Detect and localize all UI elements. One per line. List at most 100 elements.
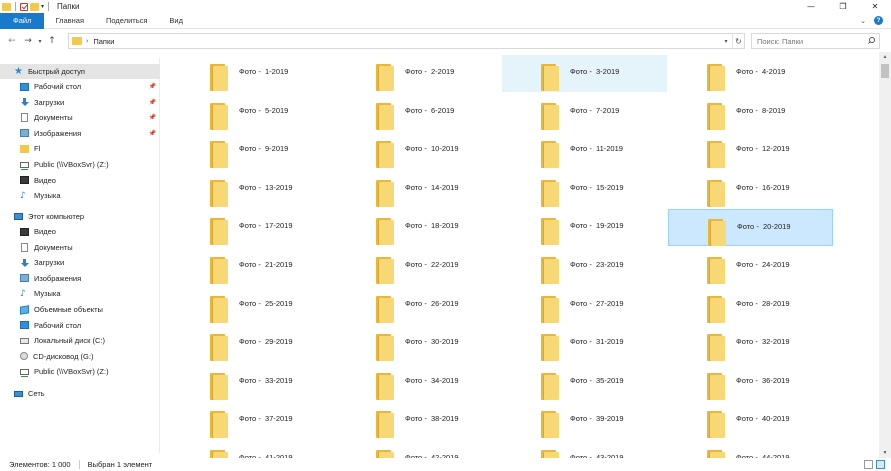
folder-item[interactable]: Фото - 20-2019 [668, 209, 833, 247]
pin-icon[interactable]: 📌 [149, 83, 156, 90]
close-button[interactable]: ✕ [859, 0, 891, 13]
nav-item[interactable]: Видео [0, 224, 160, 239]
folder-item[interactable]: Фото - 8-2019 [668, 94, 833, 131]
tab-home[interactable]: Главная [44, 13, 95, 29]
new-folder-icon[interactable] [30, 2, 39, 11]
folder-item[interactable]: Фото - 28-2019 [668, 287, 833, 324]
nav-item[interactable]: Загрузки [0, 255, 160, 270]
nav-item[interactable]: Public (\\VBoxSvr) (Z:) [0, 157, 160, 172]
nav-item[interactable]: ♪ Музыка [0, 188, 160, 203]
folder-grid[interactable]: Фото - 1-2019 Фото - 2-2019 Фото - 3-2019 Ф… [161, 52, 878, 458]
nav-item[interactable]: CD-дисковод (G:) [0, 349, 160, 364]
folder-item[interactable]: Фото - 18-2019 [337, 209, 502, 246]
search-box[interactable] [751, 33, 880, 49]
nav-quick-access[interactable]: ★ Быстрый доступ [0, 64, 160, 79]
folder-item[interactable]: Фото - 25-2019 [171, 287, 336, 324]
nav-network[interactable]: Сеть [0, 386, 160, 401]
folder-item[interactable]: Фото - 11-2019 [502, 132, 667, 169]
folder-item[interactable]: Фото - 34-2019 [337, 364, 502, 401]
folder-item[interactable]: Фото - 41-2019 [171, 441, 336, 458]
pin-icon[interactable]: 📌 [149, 114, 156, 121]
scroll-thumb[interactable] [881, 64, 889, 78]
folder-item[interactable]: Фото - 21-2019 [171, 248, 336, 285]
address-history-chevron-icon[interactable]: ▾ [720, 38, 732, 45]
scroll-up-arrow-icon[interactable]: ▲ [879, 52, 891, 62]
folder-item[interactable]: Фото - 4-2019 [668, 55, 833, 92]
folder-item[interactable]: Фото - 23-2019 [502, 248, 667, 285]
folder-item[interactable]: Фото - 40-2019 [668, 402, 833, 439]
folder-item[interactable]: Фото - 42-2019 [337, 441, 502, 458]
folder-item[interactable]: Фото - 17-2019 [171, 209, 336, 246]
folder-item[interactable]: Фото - 5-2019 [171, 94, 336, 131]
folder-item[interactable]: Фото - 30-2019 [337, 325, 502, 362]
nav-item[interactable]: Объемные объекты [0, 302, 160, 317]
folder-item[interactable]: Фото - 24-2019 [668, 248, 833, 285]
recent-locations-chevron-icon[interactable]: ▾ [34, 34, 46, 48]
folder-item[interactable]: Фото - 36-2019 [668, 364, 833, 401]
nav-item[interactable]: Видео [0, 173, 160, 188]
pin-icon[interactable]: 📌 [149, 99, 156, 106]
folder-item[interactable]: Фото - 39-2019 [502, 402, 667, 439]
folder-item[interactable]: Фото - 14-2019 [337, 171, 502, 208]
pin-icon[interactable]: 📌 [149, 130, 156, 137]
details-view-icon[interactable] [864, 460, 873, 469]
minimize-button[interactable]: — [795, 0, 827, 13]
folder-item[interactable]: Фото - 1-2019 [171, 55, 336, 92]
breadcrumb-separator[interactable]: › [86, 38, 88, 45]
folder-item[interactable]: Фото - 2-2019 [337, 55, 502, 92]
folder-item[interactable]: Фото - 32-2019 [668, 325, 833, 362]
folder-item[interactable]: Фото - 3-2019 [502, 55, 667, 92]
tab-share[interactable]: Поделиться [95, 13, 158, 29]
up-arrow-icon[interactable]: ↑ [46, 34, 58, 48]
folder-item[interactable]: Фото - 43-2019 [502, 441, 667, 458]
nav-item[interactable]: Public (\\VBoxSvr) (Z:) [0, 364, 160, 379]
folder-item[interactable]: Фото - 9-2019 [171, 132, 336, 169]
folder-item[interactable]: Фото - 10-2019 [337, 132, 502, 169]
nav-item[interactable]: Локальный диск (C:) [0, 333, 160, 348]
folder-item[interactable]: Фото - 35-2019 [502, 364, 667, 401]
vertical-scrollbar[interactable]: ▲ ▼ [879, 52, 891, 458]
folder-item[interactable]: Фото - 13-2019 [171, 171, 336, 208]
nav-item[interactable]: Документы [0, 240, 160, 255]
forward-arrow-icon[interactable]: → [22, 34, 34, 48]
tab-file[interactable]: Файл [0, 12, 45, 29]
nav-item[interactable]: Рабочий стол [0, 318, 160, 333]
folder-item[interactable]: Фото - 26-2019 [337, 287, 502, 324]
back-arrow-icon[interactable]: ← [6, 34, 18, 48]
expand-ribbon-icon[interactable]: ⌄ [860, 17, 866, 25]
nav-item[interactable]: ♪ Музыка [0, 286, 160, 301]
help-icon[interactable]: ? [874, 16, 883, 25]
nav-item[interactable]: Рабочий стол 📌 [0, 79, 160, 94]
large-icons-view-icon[interactable] [876, 460, 885, 469]
search-input[interactable] [757, 36, 857, 46]
folder-item[interactable]: Фото - 33-2019 [171, 364, 336, 401]
folder-item[interactable]: Фото - 44-2019 [668, 441, 833, 458]
nav-this-pc[interactable]: Этот компьютер [0, 209, 160, 224]
folder-item[interactable]: Фото - 29-2019 [171, 325, 336, 362]
folder-item[interactable]: Фото - 31-2019 [502, 325, 667, 362]
address-bar[interactable]: › Папки ▾ ↻ [68, 33, 745, 49]
folder-item[interactable]: Фото - 6-2019 [337, 94, 502, 131]
folder-item[interactable]: Фото - 15-2019 [502, 171, 667, 208]
navigation-pane[interactable]: ★ Быстрый доступ Рабочий стол 📌 Загрузки 📌 Д… [0, 58, 160, 453]
folder-item[interactable]: Фото - 12-2019 [668, 132, 833, 169]
folder-item[interactable]: Фото - 16-2019 [668, 171, 833, 208]
tab-view[interactable]: Вид [158, 13, 194, 29]
customize-toolbar-icon[interactable]: ▾ [41, 3, 44, 10]
nav-item[interactable]: Fl [0, 141, 160, 156]
folder-item[interactable]: Фото - 22-2019 [337, 248, 502, 285]
search-icon[interactable] [867, 37, 875, 45]
folder-item[interactable]: Фото - 38-2019 [337, 402, 502, 439]
breadcrumb-current[interactable]: Папки [93, 37, 114, 46]
folder-item[interactable]: Фото - 7-2019 [502, 94, 667, 131]
properties-icon[interactable] [20, 2, 28, 11]
maximize-button[interactable]: ❐ [827, 0, 859, 13]
folder-item[interactable]: Фото - 19-2019 [502, 209, 667, 246]
refresh-icon[interactable]: ↻ [732, 34, 744, 48]
folder-item[interactable]: Фото - 27-2019 [502, 287, 667, 324]
nav-item[interactable]: Загрузки 📌 [0, 95, 160, 110]
nav-item[interactable]: Документы 📌 [0, 110, 160, 125]
folder-item[interactable]: Фото - 37-2019 [171, 402, 336, 439]
scroll-down-arrow-icon[interactable]: ▼ [879, 448, 891, 458]
nav-item[interactable]: Изображения [0, 271, 160, 286]
